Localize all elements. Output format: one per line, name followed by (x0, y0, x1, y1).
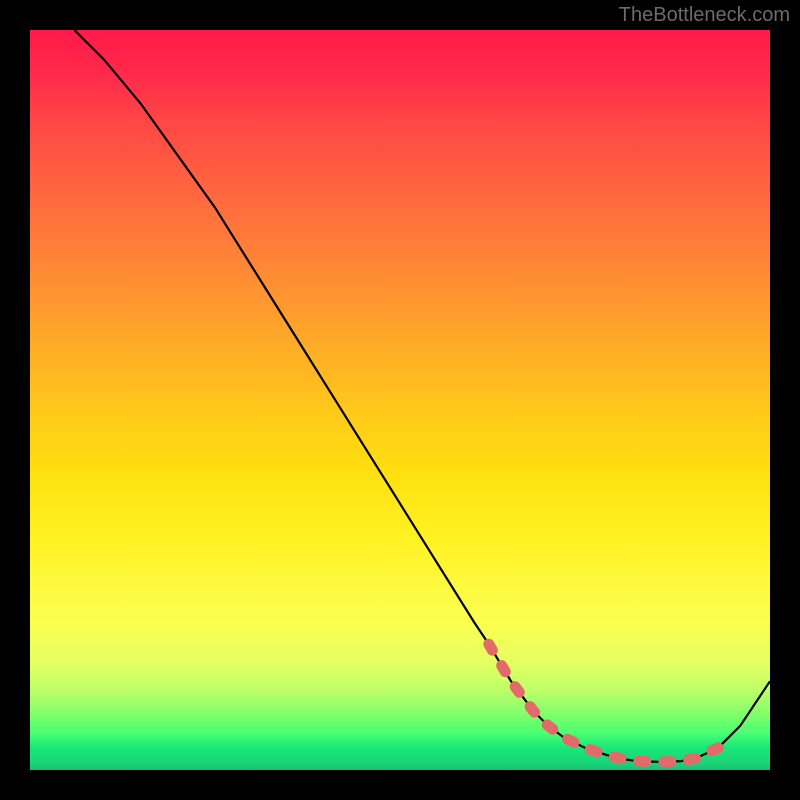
bottleneck-curve-line (74, 30, 770, 762)
chart-plot-area (30, 30, 770, 770)
chart-svg (30, 30, 770, 770)
attribution-text: TheBottleneck.com (619, 4, 790, 27)
optimal-range-dashes (489, 644, 718, 762)
